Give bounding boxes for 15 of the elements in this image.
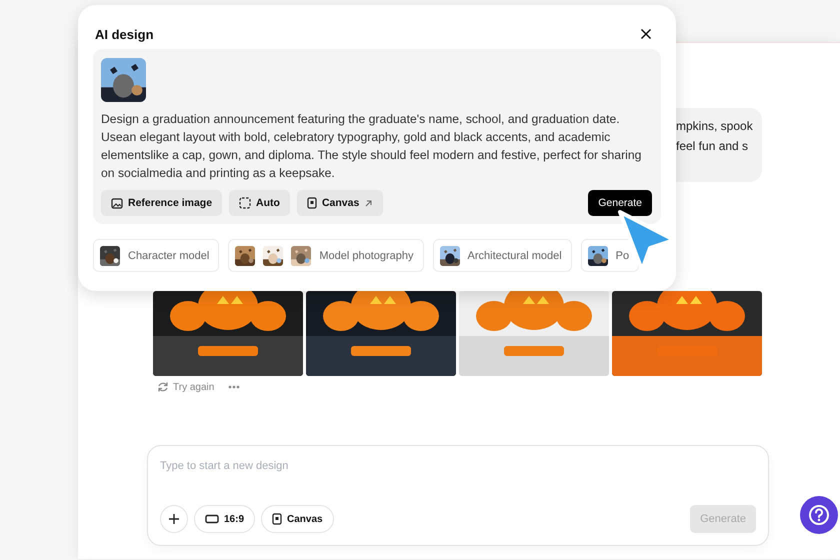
- dialog-title: AI design: [95, 26, 154, 42]
- preset-chip[interactable]: Architectural model: [432, 239, 572, 272]
- try-again-button[interactable]: Try again: [157, 381, 214, 393]
- aspect-ratio-button[interactable]: 16:9: [194, 505, 256, 533]
- auto-button[interactable]: Auto: [229, 190, 290, 216]
- message-text: feel fun and s: [676, 138, 750, 155]
- design-input[interactable]: Type to start a new design: [160, 458, 756, 474]
- canvas-button[interactable]: Canvas: [261, 505, 334, 533]
- canvas-button[interactable]: Canvas: [296, 190, 384, 216]
- reference-image-button[interactable]: Reference image: [101, 190, 222, 216]
- prompt-text: Design a graduation announcement featuring the graduate's name, school, and graduation date. Usean elegant layout with bold, celebratory typography, gold and black accents, and academic elementslike a cap, gown, and diploma. The style should feel modern and festive, perfect for sharing on socialmedia and printing as a keepsake.: [101, 111, 642, 182]
- preset-chip[interactable]: Model photography: [228, 239, 424, 272]
- generate-button[interactable]: Generate: [588, 190, 652, 216]
- message-text: mpkins, spook: [676, 118, 754, 135]
- preset-chip[interactable]: Character model: [93, 239, 220, 272]
